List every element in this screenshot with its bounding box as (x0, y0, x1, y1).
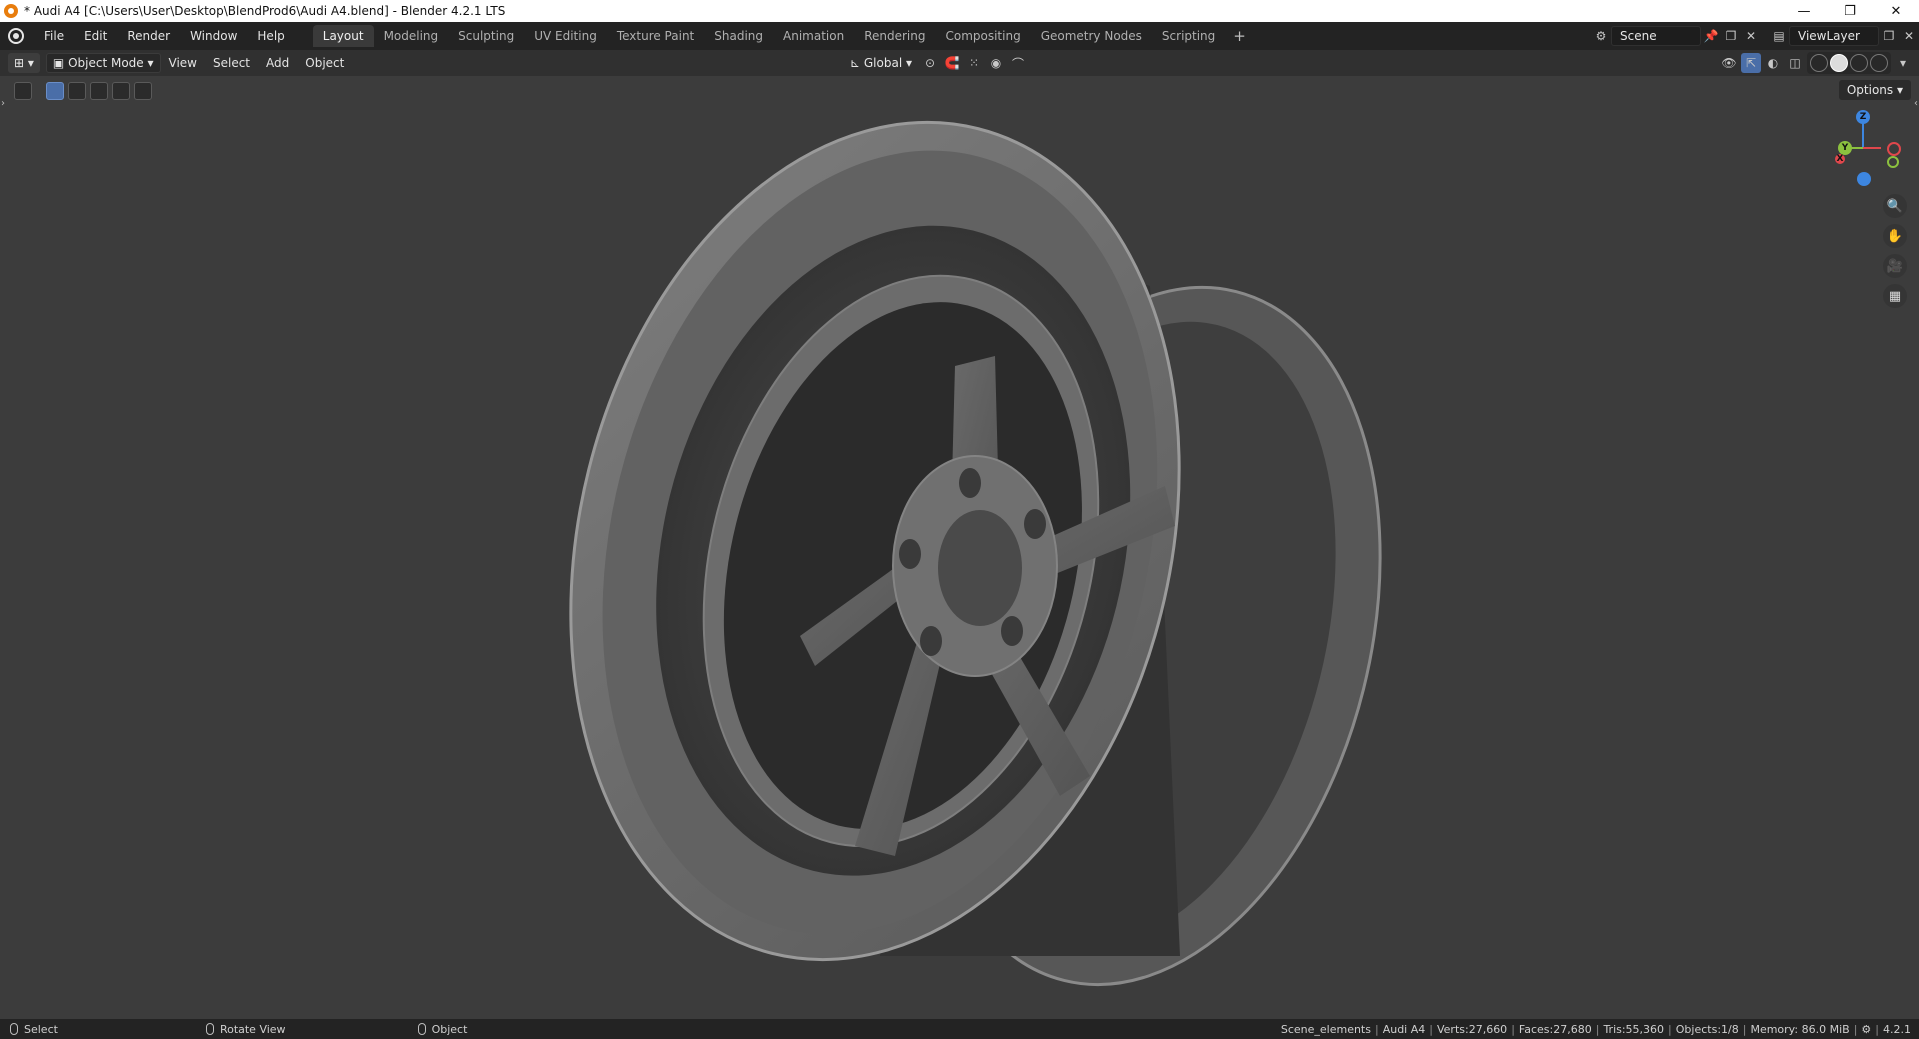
orientation-dropdown[interactable]: ⊾ Global ▾ (844, 53, 918, 73)
gizmo-toggle-icon[interactable]: ⇱ (1741, 53, 1761, 73)
gpu-icon: ⚙ (1861, 1022, 1872, 1036)
stat-object-name: Audi A4 (1382, 1022, 1426, 1036)
tab-compositing[interactable]: Compositing (935, 25, 1030, 47)
blender-app-icon (4, 4, 18, 18)
right-mouse-icon (417, 1023, 426, 1035)
wheel-rim-model[interactable] (0, 76, 1919, 1019)
overlay-icon[interactable]: ◐ (1763, 53, 1783, 73)
3d-viewport[interactable]: Options ▾ › ‹ Z Y X 🔍 ✋ 🎥 ▦ (0, 76, 1919, 1019)
tab-texture-paint[interactable]: Texture Paint (607, 25, 704, 47)
shading-options-chevron-icon[interactable]: ▾ (1893, 53, 1913, 73)
stat-verts: Verts:27,660 (1436, 1022, 1508, 1036)
pin-icon[interactable]: 📌 (1701, 26, 1721, 46)
remove-scene-icon[interactable]: ✕ (1741, 26, 1761, 46)
object-mode-dropdown[interactable]: ▣ Object Mode ▾ (45, 53, 161, 73)
workspace-tabs: Layout Modeling Sculpting UV Editing Tex… (312, 25, 1254, 47)
menu-window[interactable]: Window (180, 25, 247, 47)
window-titlebar: * Audi A4 [C:\Users\User\Desktop\BlendPr… (0, 0, 1919, 22)
menu-select[interactable]: Select (205, 56, 258, 70)
snap-icon[interactable]: 🧲 (942, 53, 962, 73)
add-workspace-button[interactable]: + (1225, 27, 1254, 45)
chevron-down-icon: ▾ (902, 56, 912, 70)
stat-collection: Scene_elements (1280, 1022, 1371, 1036)
blender-logo-icon[interactable] (8, 28, 24, 44)
stat-faces: Faces:27,680 (1518, 1022, 1592, 1036)
new-scene-icon[interactable]: ❐ (1721, 26, 1741, 46)
restore-button[interactable]: ❐ (1827, 0, 1873, 22)
tab-rendering[interactable]: Rendering (854, 25, 935, 47)
pivot-point-icon[interactable]: ⊙ (920, 53, 940, 73)
stat-tris: Tris:55,360 (1603, 1022, 1665, 1036)
menu-render[interactable]: Render (117, 25, 180, 47)
orientation-icon: ⊾ (850, 56, 864, 70)
material-shading-icon[interactable] (1850, 54, 1868, 72)
tab-geometry-nodes[interactable]: Geometry Nodes (1031, 25, 1152, 47)
view-layer-icon[interactable]: ▤ (1769, 26, 1789, 46)
editor-type-icon: ⊞ ▾ (14, 56, 34, 70)
window-title: * Audi A4 [C:\Users\User\Desktop\BlendPr… (24, 4, 506, 18)
top-bar: File Edit Render Window Help Layout Mode… (0, 22, 1919, 50)
menu-edit[interactable]: Edit (74, 25, 117, 47)
proportional-edit-icon[interactable]: ◉ (986, 53, 1006, 73)
new-view-layer-icon[interactable]: ❐ (1879, 26, 1899, 46)
status-rotate-label: Rotate View (219, 1022, 286, 1036)
status-select-label: Select (24, 1022, 58, 1036)
tab-animation[interactable]: Animation (773, 25, 854, 47)
wheel-hub (892, 455, 1058, 677)
xray-icon[interactable]: ◫ (1785, 53, 1805, 73)
orientation-label: Global (863, 56, 903, 70)
solid-shading-icon[interactable] (1830, 54, 1848, 72)
shading-mode-group (1807, 52, 1891, 74)
status-shortcuts: Select Rotate View Object (0, 1023, 467, 1036)
status-bar: Select Rotate View Object Scene_elements… (0, 1019, 1919, 1039)
left-mouse-icon (10, 1023, 18, 1035)
window-controls: — ❐ ✕ (1781, 0, 1919, 22)
close-button[interactable]: ✕ (1873, 0, 1919, 22)
view-layer-field[interactable]: ViewLayer (1789, 26, 1879, 46)
transform-tools: ⊾ Global ▾ ⊙ 🧲 ⁙ ◉ ⌒ (838, 50, 1028, 76)
scene-name-field[interactable]: Scene (1611, 26, 1701, 46)
viewport-header: ⊞ ▾ ▣ Object Mode ▾ View Select Add Obje… (0, 50, 1919, 76)
tab-scripting[interactable]: Scripting (1152, 25, 1225, 47)
tab-uv-editing[interactable]: UV Editing (524, 25, 607, 47)
chevron-down-icon: ▾ (143, 56, 154, 70)
object-mode-icon: ▣ (52, 56, 69, 70)
visibility-icon[interactable]: 👁 (1719, 53, 1739, 73)
status-object-label: Object (431, 1022, 468, 1036)
middle-mouse-icon (205, 1023, 214, 1035)
tab-layout[interactable]: Layout (312, 25, 374, 47)
snap-target-icon[interactable]: ⁙ (964, 53, 984, 73)
tab-sculpting[interactable]: Sculpting (448, 25, 524, 47)
stat-version: 4.2.1 (1883, 1022, 1911, 1036)
viewport-shading-tools: 👁 ⇱ ◐ ◫ ▾ (1719, 50, 1913, 76)
remove-view-layer-icon[interactable]: ✕ (1899, 26, 1919, 46)
editor-type-button[interactable]: ⊞ ▾ (8, 53, 40, 73)
stat-objects: Objects:1/8 (1675, 1022, 1739, 1036)
status-object: Object (417, 1022, 468, 1036)
status-rotate: Rotate View (205, 1022, 286, 1036)
menu-view[interactable]: View (161, 56, 205, 70)
menu-file[interactable]: File (34, 25, 74, 47)
status-select: Select (10, 1023, 58, 1036)
tab-shading[interactable]: Shading (704, 25, 773, 47)
scene-selector-area: ⚙ Scene 📌 ❐ ✕ ▤ ViewLayer ❐ ✕ (1591, 22, 1919, 50)
stat-memory: Memory: 86.0 MiB (1750, 1022, 1850, 1036)
tab-modeling[interactable]: Modeling (374, 25, 449, 47)
wireframe-shading-icon[interactable] (1810, 54, 1828, 72)
menu-add[interactable]: Add (258, 56, 297, 70)
minimize-button[interactable]: — (1781, 0, 1827, 22)
rendered-shading-icon[interactable] (1870, 54, 1888, 72)
menu-help[interactable]: Help (247, 25, 294, 47)
menu-object[interactable]: Object (297, 56, 352, 70)
scene-statistics: Scene_elements | Audi A4 | Verts:27,660 | F… (1280, 1022, 1911, 1036)
scene-icon[interactable]: ⚙ (1591, 26, 1611, 46)
falloff-icon[interactable]: ⌒ (1008, 53, 1028, 73)
object-mode-label: Object Mode (68, 56, 144, 70)
